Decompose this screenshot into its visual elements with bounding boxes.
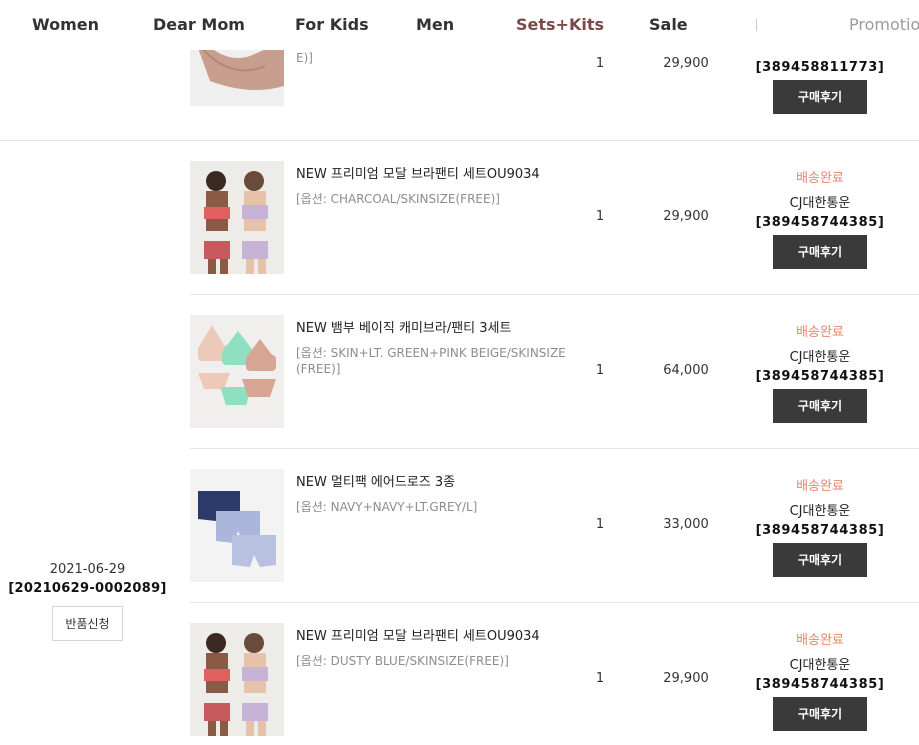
product-option: [옵션: NAVY+NAVY+LT.GREY/L] — [296, 500, 478, 514]
review-button[interactable]: 구매후기 — [773, 389, 867, 423]
shipping-info: 배송완료 CJ대한통운 [389458744385] 구매후기 — [750, 167, 890, 269]
product-name[interactable]: NEW 멀티팩 에어드로즈 3종 — [296, 471, 455, 490]
product-thumbnail[interactable] — [190, 469, 284, 582]
nav-sale[interactable]: Sale — [649, 15, 688, 34]
shipping-carrier: CJ대한통운 — [789, 504, 851, 519]
order-item-row: NEW 멀티팩 에어드로즈 3종 [옵션: NAVY+NAVY+LT.GREY/… — [0, 449, 919, 603]
review-button[interactable]: 구매후기 — [773, 543, 867, 577]
product-name[interactable]: NEW 뱀부 베이직 캐미브라/팬티 3세트 — [296, 317, 511, 336]
price: 29,900 — [663, 209, 709, 224]
product-name[interactable]: NEW 프리미엄 모달 브라팬티 세트OU9034 — [296, 163, 540, 182]
order-item-row: NEW 뱀부 베이직 캐미브라/팬티 3세트 [옵션: SKIN+LT. GRE… — [0, 295, 919, 449]
shipping-carrier: CJ대한통운 — [789, 658, 851, 673]
quantity: 1 — [595, 56, 605, 71]
nav-dear-mom[interactable]: Dear Mom — [153, 15, 245, 34]
shipping-info: 배송완료 CJ대한통운 [389458744385] 구매후기 — [750, 475, 890, 577]
product-option: [옵션: SKIN+LT. GREEN+PINK BEIGE/SKINSIZE(… — [296, 346, 566, 376]
quantity: 1 — [595, 517, 605, 532]
product-name[interactable]: NEW 프리미엄 모달 브라팬티 세트OU9034 — [296, 625, 540, 644]
shipping-carrier: CJ대한통운 — [789, 196, 851, 211]
tracking-number[interactable]: [389458744385] — [750, 677, 890, 692]
nav-men[interactable]: Men — [416, 15, 454, 34]
product-option: E)] — [296, 51, 313, 65]
review-button[interactable]: 구매후기 — [773, 697, 867, 731]
shipping-info: 배송완료 CJ대한통운 [389458744385] 구매후기 — [750, 629, 890, 731]
price: 33,000 — [663, 517, 709, 532]
shipping-status: 배송완료 — [796, 325, 844, 340]
quantity: 1 — [595, 209, 605, 224]
product-thumbnail[interactable] — [190, 161, 284, 274]
price: 64,000 — [663, 363, 709, 378]
product-thumbnail[interactable] — [190, 623, 284, 736]
tracking-number[interactable]: [389458744385] — [750, 215, 890, 230]
review-button[interactable]: 구매후기 — [773, 235, 867, 269]
order-history-list: E)] 1 29,900 [389458811773] 구매후기 2021-06… — [0, 0, 919, 745]
quantity: 1 — [595, 671, 605, 686]
tracking-number[interactable]: [389458811773] — [750, 60, 890, 75]
quantity: 1 — [595, 363, 605, 378]
shipping-status: 배송완료 — [796, 171, 844, 186]
nav-sets-kits[interactable]: Sets+Kits — [516, 15, 604, 34]
price: 29,900 — [663, 56, 709, 71]
shipping-status: 배송완료 — [796, 479, 844, 494]
order-item-row: NEW 프리미엄 모달 브라팬티 세트OU9034 [옵션: CHARCOAL/… — [0, 141, 919, 295]
nav-women[interactable]: Women — [32, 15, 99, 34]
shipping-carrier: CJ대한통운 — [789, 350, 851, 365]
nav-separator — [756, 19, 757, 31]
nav-for-kids[interactable]: For Kids — [295, 15, 369, 34]
product-thumbnail[interactable] — [190, 315, 284, 428]
order-item-row: NEW 프리미엄 모달 브라팬티 세트OU9034 [옵션: DUSTY BLU… — [0, 603, 919, 745]
shipping-status: 배송완료 — [796, 633, 844, 648]
tracking-number[interactable]: [389458744385] — [750, 369, 890, 384]
review-button[interactable]: 구매후기 — [773, 80, 867, 114]
top-navigation: Women Dear Mom For Kids Men Sets+Kits Sa… — [0, 0, 919, 50]
shipping-info: [389458811773] 구매후기 — [750, 56, 890, 114]
product-option: [옵션: DUSTY BLUE/SKINSIZE(FREE)] — [296, 654, 509, 668]
product-option: [옵션: CHARCOAL/SKINSIZE(FREE)] — [296, 192, 500, 206]
nav-promotion[interactable]: Promotio — [849, 15, 919, 34]
tracking-number[interactable]: [389458744385] — [750, 523, 890, 538]
shipping-info: 배송완료 CJ대한통운 [389458744385] 구매후기 — [750, 321, 890, 423]
price: 29,900 — [663, 671, 709, 686]
